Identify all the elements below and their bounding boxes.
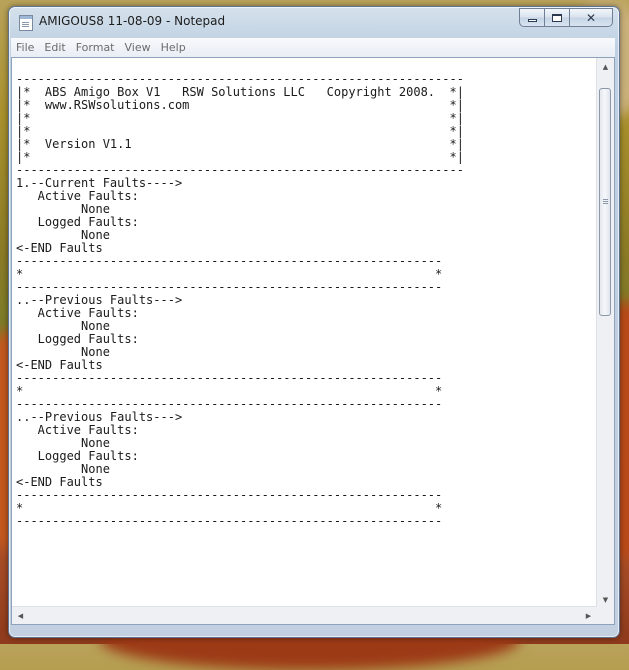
document-line: None xyxy=(16,462,110,476)
document-line: Logged Faults: xyxy=(16,215,139,229)
document-line: ..--Previous Faults---> xyxy=(16,410,183,424)
vertical-scroll-thumb[interactable] xyxy=(599,88,611,316)
document-line: Active Faults: xyxy=(16,189,139,203)
document-line: ----------------------------------------… xyxy=(16,488,443,502)
scroll-down-arrow-icon[interactable]: ▼ xyxy=(597,591,614,608)
document-line: None xyxy=(16,345,110,359)
minimize-button[interactable] xyxy=(519,8,545,27)
size-grip xyxy=(597,607,614,624)
document-line: ----------------------------------------… xyxy=(16,280,443,294)
scroll-right-arrow-icon[interactable]: ▶ xyxy=(580,607,597,624)
menu-format[interactable]: Format xyxy=(71,41,120,54)
document-line: * * xyxy=(16,501,443,515)
menu-bar: File Edit Format View Help xyxy=(11,37,615,57)
document-line: None xyxy=(16,228,110,242)
menu-edit[interactable]: Edit xyxy=(39,41,70,54)
horizontal-scrollbar[interactable]: ◀ ▶ xyxy=(12,606,597,624)
notepad-icon[interactable] xyxy=(19,15,33,31)
menu-view[interactable]: View xyxy=(120,41,156,54)
document-line: Active Faults: xyxy=(16,306,139,320)
document-line: ----------------------------------------… xyxy=(16,254,443,268)
document-line: * * xyxy=(16,384,443,398)
document-line: ----------------------------------------… xyxy=(16,514,443,528)
document-line: |* www.RSWsolutions.com *| xyxy=(16,98,464,112)
document-line: |* ABS Amigo Box V1 RSW Solutions LLC Co… xyxy=(16,85,464,99)
document-line: ----------------------------------------… xyxy=(16,163,464,177)
document-line: |* *| xyxy=(16,111,464,125)
document-line: <-END Faults xyxy=(16,475,103,489)
document-text: ----------------------------------------… xyxy=(16,73,594,528)
notepad-window: AMIGOUS8 11-08-09 - Notepad ✕ File Edit … xyxy=(8,6,620,638)
document-line: 1.--Current Faults----> xyxy=(16,176,183,190)
document-line: None xyxy=(16,319,110,333)
document-line: Active Faults: xyxy=(16,423,139,437)
maximize-icon xyxy=(552,13,562,22)
window-title: AMIGOUS8 11-08-09 - Notepad xyxy=(39,14,226,28)
minimize-icon xyxy=(527,18,537,22)
document-line: * * xyxy=(16,267,443,281)
document-line: ..--Previous Faults---> xyxy=(16,293,183,307)
maximize-button[interactable] xyxy=(545,8,570,27)
text-editor[interactable]: ----------------------------------------… xyxy=(11,57,615,625)
menu-file[interactable]: File xyxy=(11,41,39,54)
document-line: ----------------------------------------… xyxy=(16,371,443,385)
grip-icon xyxy=(603,199,608,200)
document-line: Logged Faults: xyxy=(16,449,139,463)
document-line: <-END Faults xyxy=(16,358,103,372)
document-line: |* *| xyxy=(16,150,464,164)
document-line: |* Version V1.1 *| xyxy=(16,137,464,151)
vertical-scrollbar[interactable]: ▲ ▼ xyxy=(596,58,614,608)
document-text-area[interactable]: ----------------------------------------… xyxy=(16,73,594,603)
menu-help[interactable]: Help xyxy=(156,41,191,54)
document-line: |* *| xyxy=(16,124,464,138)
close-button[interactable]: ✕ xyxy=(570,8,613,27)
scroll-up-arrow-icon[interactable]: ▲ xyxy=(597,58,614,75)
title-bar[interactable]: AMIGOUS8 11-08-09 - Notepad ✕ xyxy=(9,7,619,36)
close-icon: ✕ xyxy=(585,10,597,25)
document-line: None xyxy=(16,202,110,216)
scroll-left-arrow-icon[interactable]: ◀ xyxy=(12,607,29,624)
caption-buttons: ✕ xyxy=(519,8,613,28)
document-line: Logged Faults: xyxy=(16,332,139,346)
document-line: None xyxy=(16,436,110,450)
document-line: ----------------------------------------… xyxy=(16,397,443,411)
document-line: <-END Faults xyxy=(16,241,103,255)
